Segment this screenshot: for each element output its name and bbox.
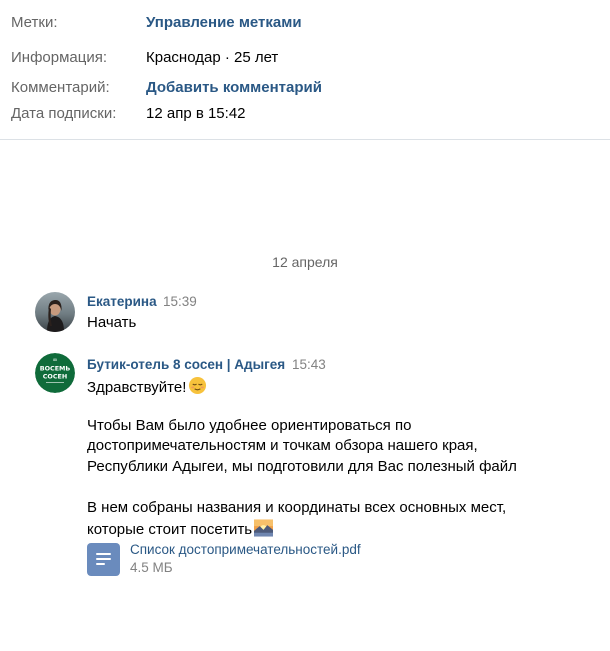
information-value: Краснодар · 25 лет <box>146 49 279 66</box>
svg-text:∞: ∞ <box>53 357 58 364</box>
add-comment-link[interactable]: Добавить комментарий <box>146 75 322 101</box>
attachment-size: 4.5 МБ <box>130 560 173 575</box>
logo-text-line: ВОСЕМЬ <box>40 365 71 373</box>
message-text-line: которые стоит посетить <box>87 519 274 541</box>
message-time[interactable]: 15:43 <box>292 357 326 372</box>
message-text: Начать <box>87 314 137 331</box>
message-text-line: Республики Адыгеи, мы подготовили для Ва… <box>87 458 517 475</box>
date-separator: 12 апреля <box>272 254 338 270</box>
message-text-line: Здравствуйте! <box>87 376 207 399</box>
dialog-page: Метки: Управление метками Информация: Кр… <box>0 0 610 651</box>
hotel-logo-icon[interactable]: ∞ ВОСЕМЬ СОСЕН <box>35 353 75 393</box>
message-text-line: В нем собраны названия и координаты всех… <box>87 499 507 516</box>
info-row-subscription-date: Дата подписки: 12 апр в 15:42 <box>0 101 610 127</box>
message-text-line: Чтобы Вам было удобнее ориентироваться п… <box>87 417 412 434</box>
info-row-tags: Метки: Управление метками <box>0 10 610 36</box>
greeting-text: Здравствуйте! <box>87 379 187 396</box>
manage-tags-link[interactable]: Управление метками <box>146 10 302 36</box>
info-row-information: Информация: Краснодар · 25 лет <box>0 45 610 71</box>
message-time[interactable]: 15:39 <box>163 294 197 309</box>
information-label: Информация: <box>11 49 108 66</box>
divider <box>0 139 610 140</box>
attachment-title[interactable]: Список достопримечательностей.pdf <box>130 542 361 557</box>
message-author[interactable]: Бутик-отель 8 сосен | Адыгея <box>87 357 285 372</box>
relieved-face-emoji <box>188 376 207 399</box>
message-text-line: достопримечательностям и точкам обзора н… <box>87 437 478 454</box>
logo-text-line: СОСЕН <box>43 373 68 381</box>
subscription-date-label: Дата подписки: <box>11 105 117 122</box>
info-row-comment: Комментарий: Добавить комментарий <box>0 75 610 101</box>
subscription-date-value: 12 апр в 15:42 <box>146 105 246 122</box>
user-photo-icon[interactable] <box>35 292 75 332</box>
tags-label: Метки: <box>11 14 58 31</box>
sunrise-emoji <box>254 519 274 541</box>
closing-text: которые стоит посетить <box>87 521 253 538</box>
document-icon[interactable] <box>87 543 120 576</box>
message-author[interactable]: Екатерина <box>87 294 157 309</box>
comment-label: Комментарий: <box>11 79 110 96</box>
